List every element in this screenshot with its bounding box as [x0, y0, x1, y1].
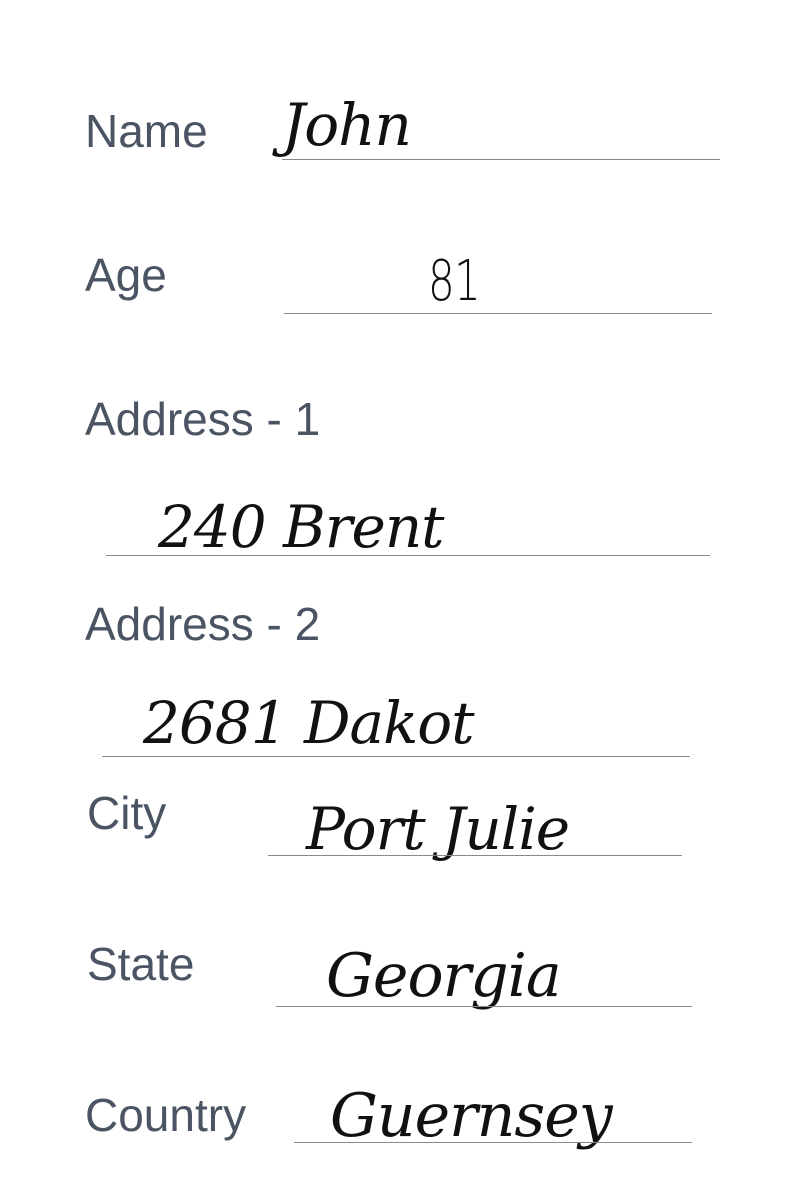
address-2-underline	[102, 756, 690, 757]
name-label: Name	[85, 105, 208, 157]
country-label: Country	[85, 1089, 247, 1141]
age-underline	[284, 313, 712, 314]
state-label: State	[87, 938, 195, 990]
state-value: Georgia	[326, 941, 562, 1011]
age-label: Age	[85, 249, 167, 301]
country-value: Guernsey	[330, 1081, 613, 1151]
address-1-label: Address - 1	[85, 393, 321, 445]
address-1-value: 240 Brent	[158, 493, 444, 561]
city-value: Port Julie	[306, 795, 570, 863]
name-value: John	[282, 91, 412, 159]
age-value: 81	[428, 249, 481, 314]
country-underline	[294, 1142, 692, 1143]
address-2-value: 2681 Dakot	[143, 689, 474, 757]
state-underline	[276, 1006, 692, 1007]
address-2-label: Address - 2	[85, 598, 321, 650]
city-label: City	[87, 787, 167, 839]
address-1-underline	[106, 555, 710, 556]
name-underline	[282, 159, 720, 160]
city-underline	[268, 855, 682, 856]
